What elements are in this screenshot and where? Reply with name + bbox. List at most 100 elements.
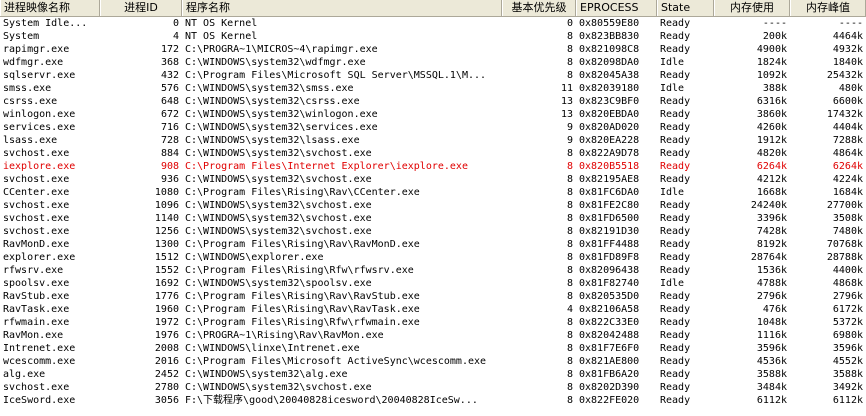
cell-peak: 1840k bbox=[832, 57, 863, 68]
cell-mem: 4900k bbox=[756, 44, 787, 55]
table-row[interactable]: IceSword.exe 3056 F:\下载程序\good\20040828ice… bbox=[0, 394, 866, 407]
cell-path: C:\WINDOWS\system32\alg.exe bbox=[185, 369, 348, 380]
cell-path: C:\WINDOWS\system32\svchost.exe bbox=[185, 148, 372, 159]
cell-name: lsass.exe bbox=[3, 135, 58, 146]
table-row[interactable]: RavMonD.exe 1300 C:\Program Files\Rising\R… bbox=[0, 238, 866, 251]
cell-prio: 8 bbox=[566, 174, 573, 185]
cell-name: svchost.exe bbox=[3, 200, 70, 211]
cell-peak: 25432k bbox=[826, 70, 863, 81]
cell-name: winlogon.exe bbox=[3, 109, 76, 120]
cell-mem: 1668k bbox=[756, 187, 787, 198]
table-row[interactable]: rapimgr.exe 172 C:\PROGRA~1\MICROS~4\rapim… bbox=[0, 43, 866, 56]
cell-pid: 172 bbox=[160, 44, 179, 55]
table-row[interactable]: rfwsrv.exe 1552 C:\Program Files\Rising\Rf… bbox=[0, 264, 866, 277]
cell-peak: 4868k bbox=[832, 278, 863, 289]
cell-pid: 1976 bbox=[154, 330, 179, 341]
table-row[interactable]: svchost.exe 884 C:\WINDOWS\system32\svchos… bbox=[0, 147, 866, 160]
cell-path: C:\Program Files\Rising\Rav\CCenter.exe bbox=[185, 187, 420, 198]
table-row[interactable]: sqlservr.exe 432 C:\Program Files\Microsof… bbox=[0, 69, 866, 82]
cell-prio: 4 bbox=[566, 304, 573, 315]
cell-eprocess: 0x820EA228 bbox=[579, 135, 640, 146]
cell-pid: 432 bbox=[160, 70, 179, 81]
cell-prio: 8 bbox=[566, 148, 573, 159]
column-header-name[interactable]: 进程映像名称 bbox=[0, 0, 100, 16]
cell-path: NT OS Kernel bbox=[185, 31, 258, 42]
cell-path: C:\Program Files\Microsoft ActiveSync\wc… bbox=[185, 356, 487, 367]
column-header-eprocess[interactable]: EPROCESS bbox=[576, 0, 657, 16]
cell-prio: 8 bbox=[566, 252, 573, 263]
cell-pid: 1300 bbox=[154, 239, 179, 250]
table-row[interactable]: lsass.exe 728 C:\WINDOWS\system32\lsass.ex… bbox=[0, 134, 866, 147]
cell-path: C:\WINDOWS\linxe\Intrenet.exe bbox=[185, 343, 360, 354]
table-row[interactable]: System Idle... 0 NT OS Kernel 0 0x80559E80 Re… bbox=[0, 17, 866, 30]
cell-peak: 6600k bbox=[832, 96, 863, 107]
table-row[interactable]: spoolsv.exe 1692 C:\WINDOWS\system32\spool… bbox=[0, 277, 866, 290]
cell-path: C:\Program Files\Rising\Rfw\rfwsrv.exe bbox=[185, 265, 414, 276]
cell-state: Idle bbox=[660, 187, 685, 198]
cell-state: Ready bbox=[660, 135, 691, 146]
cell-mem: 6316k bbox=[756, 96, 787, 107]
table-row[interactable]: services.exe 716 C:\WINDOWS\system32\servi… bbox=[0, 121, 866, 134]
column-header-state[interactable]: State bbox=[657, 0, 714, 16]
table-row[interactable]: svchost.exe 1096 C:\WINDOWS\system32\svcho… bbox=[0, 199, 866, 212]
column-header-priority[interactable]: 基本优先级 bbox=[502, 0, 576, 16]
cell-eprocess: 0x822C33E0 bbox=[579, 317, 640, 328]
cell-state: Ready bbox=[660, 356, 691, 367]
column-header-path[interactable]: 程序名称 bbox=[182, 0, 502, 16]
table-row[interactable]: explorer.exe 1512 C:\WINDOWS\explorer.exe 8… bbox=[0, 251, 866, 264]
column-header-peak[interactable]: 内存峰值 bbox=[790, 0, 866, 16]
table-row[interactable]: svchost.exe 2780 C:\WINDOWS\system32\svcho… bbox=[0, 381, 866, 394]
cell-state: Ready bbox=[660, 265, 691, 276]
cell-pid: 1512 bbox=[154, 252, 179, 263]
table-row[interactable]: smss.exe 576 C:\WINDOWS\system32\smss.exe 1… bbox=[0, 82, 866, 95]
cell-peak: 4552k bbox=[832, 356, 863, 367]
cell-path: C:\WINDOWS\explorer.exe bbox=[185, 252, 324, 263]
table-row[interactable]: CCenter.exe 1080 C:\Program Files\Rising\R… bbox=[0, 186, 866, 199]
table-row[interactable]: csrss.exe 648 C:\WINDOWS\system32\csrss.ex… bbox=[0, 95, 866, 108]
table-row[interactable]: iexplore.exe 908 C:\Program Files\Internet… bbox=[0, 160, 866, 173]
cell-prio: 8 bbox=[566, 31, 573, 42]
table-row[interactable]: RavTask.exe 1960 C:\Program Files\Rising\R… bbox=[0, 303, 866, 316]
table-row[interactable]: RavMon.exe 1976 C:\PROGRA~1\Rising\Rav\Rav… bbox=[0, 329, 866, 342]
cell-name: smss.exe bbox=[3, 83, 52, 94]
table-row[interactable]: svchost.exe 936 C:\WINDOWS\system32\svchos… bbox=[0, 173, 866, 186]
cell-peak: 27700k bbox=[826, 200, 863, 211]
table-row[interactable]: winlogon.exe 672 C:\WINDOWS\system32\winlo… bbox=[0, 108, 866, 121]
cell-prio: 13 bbox=[560, 109, 573, 120]
cell-eprocess: 0x80559E80 bbox=[579, 18, 640, 29]
cell-path: C:\PROGRA~1\Rising\Rav\RavMon.exe bbox=[185, 330, 384, 341]
cell-pid: 1096 bbox=[154, 200, 179, 211]
cell-name: iexplore.exe bbox=[3, 161, 76, 172]
cell-state: Ready bbox=[660, 330, 691, 341]
cell-mem: 4212k bbox=[756, 174, 787, 185]
cell-name: Intrenet.exe bbox=[3, 343, 76, 354]
table-row[interactable]: Intrenet.exe 2008 C:\WINDOWS\linxe\Intrene… bbox=[0, 342, 866, 355]
cell-state: Idle bbox=[660, 278, 685, 289]
cell-state: Idle bbox=[660, 83, 685, 94]
cell-peak: 4864k bbox=[832, 148, 863, 159]
cell-mem: 2796k bbox=[756, 291, 787, 302]
cell-prio: 8 bbox=[566, 187, 573, 198]
table-row[interactable]: svchost.exe 1256 C:\WINDOWS\system32\svcho… bbox=[0, 225, 866, 238]
cell-peak: 4400k bbox=[832, 265, 863, 276]
table-row[interactable]: alg.exe 2452 C:\WINDOWS\system32\alg.exe 8 0… bbox=[0, 368, 866, 381]
cell-peak: 3588k bbox=[832, 369, 863, 380]
column-header-pid[interactable]: 进程ID bbox=[100, 0, 182, 16]
cell-peak: 6172k bbox=[832, 304, 863, 315]
table-row[interactable]: RavStub.exe 1776 C:\Program Files\Rising\R… bbox=[0, 290, 866, 303]
table-row[interactable]: System 4 NT OS Kernel 8 0x823BB830 Ready 200k 4… bbox=[0, 30, 866, 43]
cell-name: RavStub.exe bbox=[3, 291, 70, 302]
column-header-mem[interactable]: 内存使用 bbox=[714, 0, 790, 16]
table-row[interactable]: rfwmain.exe 1972 C:\Program Files\Rising\R… bbox=[0, 316, 866, 329]
cell-eprocess: 0x82195AE8 bbox=[579, 174, 640, 185]
process-list-view[interactable]: 进程映像名称 进程ID 程序名称 基本优先级 EPROCESS State 内存… bbox=[0, 0, 866, 416]
table-row[interactable]: wcescomm.exe 2016 C:\Program Files\Microso… bbox=[0, 355, 866, 368]
table-row[interactable]: svchost.exe 1140 C:\WINDOWS\system32\svcho… bbox=[0, 212, 866, 225]
table-row[interactable]: wdfmgr.exe 368 C:\WINDOWS\system32\wdfmgr.… bbox=[0, 56, 866, 69]
cell-name: RavMon.exe bbox=[3, 330, 64, 341]
cell-prio: 8 bbox=[566, 161, 573, 172]
cell-mem: 1048k bbox=[756, 317, 787, 328]
cell-mem: 1092k bbox=[756, 70, 787, 81]
cell-path: C:\WINDOWS\system32\svchost.exe bbox=[185, 382, 372, 393]
cell-eprocess: 0x82106A58 bbox=[579, 304, 640, 315]
